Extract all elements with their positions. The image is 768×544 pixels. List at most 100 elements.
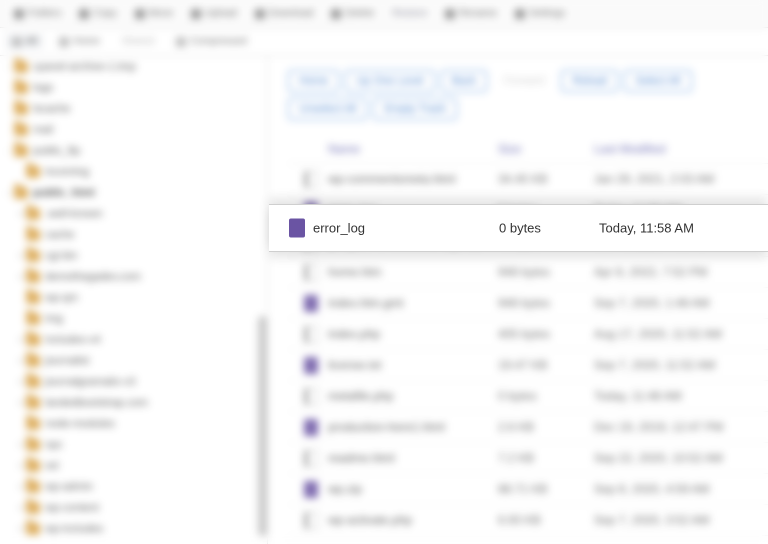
table-row[interactable]: metafile.php0 bytesToday, 11:48 AM — [288, 381, 768, 412]
tree-cpanel-archive[interactable]: -cpanel-archive-1.tmp — [0, 56, 267, 77]
tree-wp-qm[interactable]: wp-qm — [0, 287, 267, 308]
file-name: index.htm.gmt — [328, 296, 498, 310]
tree-label: wp-qm — [45, 292, 78, 304]
file-modified: Sep 7, 2020, 3:52 AM — [594, 513, 768, 527]
unselect-btn[interactable]: Unselect All — [288, 98, 367, 120]
table-row[interactable]: index.php405 bytesAug 17, 2020, 11:52 AM — [288, 319, 768, 350]
tree-demosite[interactable]: +demothegadev.com — [0, 266, 267, 287]
filter-glyph-icon — [12, 37, 22, 47]
tree-wp-admin[interactable]: +wp-admin — [0, 476, 267, 497]
trash-btn[interactable]: Empty Trash — [373, 98, 457, 120]
toolbar-label: Restore — [392, 8, 427, 19]
tree-npc[interactable]: +npc — [0, 434, 267, 455]
expander-icon: + — [16, 503, 26, 513]
tree-label: demothegadev.com — [45, 271, 141, 283]
file-icon-cell — [288, 481, 328, 498]
file-toolbar: HomeUp One LevelBackForwardReloadSelect … — [288, 66, 768, 128]
home-btn[interactable]: Home — [288, 70, 339, 92]
tree-node-modules[interactable]: node-modules — [0, 413, 267, 434]
col-name[interactable]: Name — [288, 142, 498, 156]
folder-icon — [26, 376, 40, 388]
table-row[interactable]: google37676.html:50/8_69.ph65 bytesDec 7… — [288, 226, 768, 257]
move-tab[interactable]: Move — [127, 4, 181, 24]
tree-cgi-bin[interactable]: +cgi-bin — [0, 245, 267, 266]
settings-tab[interactable]: Settings — [507, 4, 573, 24]
filter-label: Compressed — [190, 36, 247, 47]
selectall-btn[interactable]: Select All — [624, 70, 691, 92]
toolbar-label: Folders — [28, 8, 61, 19]
file-size: 948 bytes — [498, 265, 594, 279]
tree-incoming[interactable]: incoming — [0, 161, 267, 182]
rename-tab[interactable]: Rename — [437, 4, 505, 24]
tree-ssl[interactable]: + ssl — [0, 455, 267, 476]
filter-shared[interactable]: Shared — [116, 34, 160, 49]
tree-journalist2[interactable]: +journalgramatix-v3 — [0, 371, 267, 392]
tbtn-label: Up One Level — [356, 75, 423, 87]
tree-cache[interactable]: cache — [0, 224, 267, 245]
table-row[interactable]: readme.html7.2 KBSep 22, 2020, 10:52 AM — [288, 443, 768, 474]
tree-well-known[interactable]: +.well-known — [0, 203, 267, 224]
folder-icon — [26, 523, 40, 535]
expander-icon: + — [16, 461, 26, 471]
tree-label: cpanel-archive-1.tmp — [33, 61, 136, 73]
table-row[interactable]: wp-activate.php6.93 KBSep 7, 2020, 3:52 … — [288, 505, 768, 536]
tree-lscache[interactable]: lscache — [0, 98, 267, 119]
document-icon — [304, 295, 318, 312]
file-name: production-here1.html — [328, 420, 498, 434]
reload-btn[interactable]: Reload — [561, 70, 618, 92]
tree-wp-includes[interactable]: +wp-includes — [0, 518, 267, 539]
download-tab[interactable]: Download — [247, 4, 321, 24]
file-icon-cell — [288, 171, 328, 188]
main-split: -cpanel-archive-1.tmplogslscachemail-pub… — [0, 56, 768, 544]
table-row[interactable]: wp.zip88.71 KBSep 8, 2020, 4:59 AM — [288, 474, 768, 505]
tree-wp-content[interactable]: +wp-content — [0, 497, 267, 518]
back-btn[interactable]: Back — [441, 70, 487, 92]
tree-label: node-modules — [45, 418, 115, 430]
upone-btn[interactable]: Up One Level — [345, 70, 434, 92]
file-size: 88.71 KB — [498, 482, 594, 496]
tree-label: ssl — [45, 460, 58, 472]
toolbar-label: Settings — [529, 8, 565, 19]
upload-tab[interactable]: Upload — [183, 4, 245, 24]
filter-trash[interactable]: Compressed — [170, 34, 253, 49]
tree-journalist[interactable]: +journalist — [0, 350, 267, 371]
toolbar-label: Copy — [93, 8, 116, 19]
tree-label: landedbootstrap.com — [45, 397, 148, 409]
file-modified: Today, 11:48 AM — [594, 389, 768, 403]
file-name: readme.html — [328, 451, 498, 465]
table-row[interactable]: index.htm.gmt948 bytesSep 7, 2020, 1:48 … — [288, 288, 768, 319]
file-modified: Sep 8, 2020, 4:59 AM — [594, 482, 768, 496]
folder-icon — [26, 271, 40, 283]
tree-img[interactable]: img — [0, 308, 267, 329]
table-row[interactable]: home.htm948 bytesApr 8, 2022, 7:52 PM — [288, 257, 768, 288]
table-row[interactable]: production-here1.html2.6 KBDec 19, 2019,… — [288, 412, 768, 443]
copy-tab[interactable]: Copy — [71, 4, 124, 24]
file-icon — [304, 450, 318, 467]
tree-mail[interactable]: mail — [0, 119, 267, 140]
tree-public_ftp[interactable]: -public_ftp — [0, 140, 267, 161]
tree-includes[interactable]: +includes-v4 — [0, 329, 267, 350]
table-row[interactable]: license.txt19.47 KBSep 7, 2020, 11:52 AM — [288, 350, 768, 381]
tree-label: img — [45, 313, 63, 325]
file-icon-cell — [288, 326, 328, 343]
tree-public-html[interactable]: -public_html — [0, 182, 267, 203]
table-row[interactable]: wp-commentsmeta.html34.45 KBJan 29, 2021… — [288, 164, 768, 195]
table-row[interactable]: error_log0 bytesToday, 11:58 AM — [288, 195, 768, 226]
filter-home[interactable]: Home — [53, 34, 106, 49]
delete-tab[interactable]: Delete — [323, 4, 382, 24]
restore-tab[interactable]: Restore — [384, 4, 435, 24]
file-modified: Dec 7, 2020, 7:08 AM — [594, 234, 768, 248]
tree-lang[interactable]: +landedbootstrap.com — [0, 392, 267, 413]
file-table-head: Name Size Last Modified — [288, 134, 768, 164]
scrollbar-thumb[interactable] — [258, 316, 267, 536]
toolbar-glyph-icon — [135, 9, 145, 19]
tree-label: cache — [45, 229, 74, 241]
filter-all[interactable]: All — [6, 34, 43, 49]
file-icon — [304, 233, 318, 250]
folders-tab[interactable]: Folders — [6, 4, 69, 24]
col-mod[interactable]: Last Modified — [594, 142, 768, 156]
file-icon-cell — [288, 512, 328, 529]
tree-logs[interactable]: logs — [0, 77, 267, 98]
col-size[interactable]: Size — [498, 142, 594, 156]
folder-icon — [14, 61, 28, 73]
